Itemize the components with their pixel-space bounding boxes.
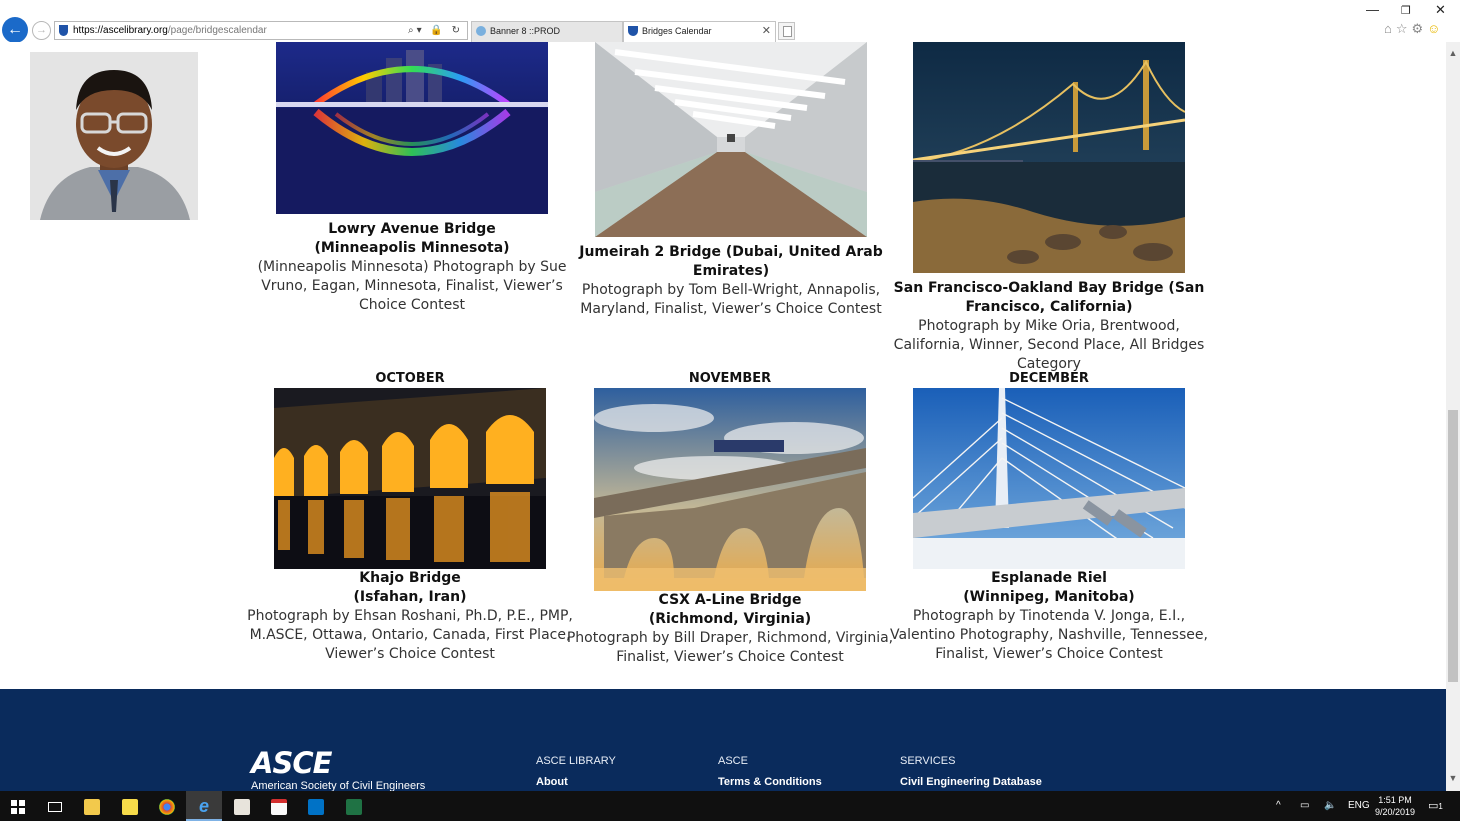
calendar-entry-october: OCTOBER Khajo Bridge (Isfahan, Iran) Pho… [245,370,575,664]
footer-column-asce: ASCE Terms & Conditions [718,755,822,788]
footer-heading: SERVICES [900,755,956,767]
windows-start-icon[interactable] [0,791,36,821]
outlook-icon[interactable] [298,791,334,821]
close-window-button[interactable]: ✕ [1435,2,1446,18]
calendar-entry-jumeirah: Jumeirah 2 Bridge (Dubai, United Arab Em… [566,42,896,319]
tab-bridges-calendar[interactable]: Bridges Calendar ✕ [623,21,776,42]
bridge-title: CSX A-Line Bridge [658,592,802,608]
month-label: NOVEMBER [688,371,772,386]
show-hidden-icons-icon[interactable]: ^ [1276,791,1281,821]
language-indicator[interactable]: ENG [1348,791,1370,821]
footer-link-terms[interactable]: Terms & Conditions [718,776,822,788]
bridge-location: (Winnipeg, Manitoba) [963,589,1135,605]
back-arrow-icon[interactable]: ← [2,17,28,43]
footer-column-asce-library: ASCE LIBRARY About [536,755,616,788]
calendar-entry-december: DECEMBER Esplanade Riel (Winnipeg, Manit… [884,370,1214,664]
task-view-icon[interactable] [37,791,73,821]
volume-icon[interactable]: 🔈 [1324,791,1336,821]
url-path: /page/bridgescalendar [167,25,267,36]
chrome-icon[interactable] [149,791,185,821]
footer-link-ce-database[interactable]: Civil Engineering Database [900,776,1042,788]
vertical-scrollbar[interactable]: ▲ ▼ [1446,42,1460,791]
month-label: OCTOBER [375,371,445,386]
minimize-button[interactable]: — [1366,2,1379,17]
profile-photo [30,52,198,220]
home-icon[interactable]: ⌂ [1384,21,1396,36]
bridge-location: (Isfahan, Iran) [353,589,467,605]
url-domain: https://ascelibrary.org [73,25,168,36]
bridge-title: San Francisco-Oakland Bay Bridge (San Fr… [893,280,1205,315]
footer-heading: ASCE [718,755,748,767]
footer-heading: ASCE LIBRARY [536,755,616,767]
sticky-notes-icon[interactable] [112,791,148,821]
forward-arrow-icon[interactable]: → [32,21,51,40]
photo-credit: Photograph by Tinotenda V. Jonga, E.I., … [890,608,1208,662]
excel-icon[interactable] [336,791,372,821]
photo-credit: Photograph by Ehsan Roshani, Ph.D, P.E.,… [247,608,573,662]
calendar-entry-november: NOVEMBER CSX A-Line Bridge (Richmond, Vi… [565,370,895,667]
calendar-entry-lowry: Lowry Avenue Bridge (Minneapolis Minneso… [247,42,577,315]
internet-explorer-icon[interactable]: e [186,791,222,821]
bridge-title: Esplanade Riel [991,570,1107,586]
ie-page-icon [476,26,486,36]
photo-credit: (Minneapolis Minnesota) Photograph by Su… [257,259,567,313]
toolbar-icons: ⌂☆⚙☺ [1384,21,1444,37]
clock-time: 1:51 PM [1378,795,1412,805]
java-app-icon[interactable] [224,791,260,821]
restore-button[interactable]: ❐ [1401,4,1411,17]
bridge-location: (Richmond, Virginia) [648,611,812,627]
address-bar[interactable]: https://ascelibrary.org/page/bridgescale… [54,21,468,40]
favorites-star-icon[interactable]: ☆ [1396,21,1412,36]
page-content: Lowry Avenue Bridge (Minneapolis Minneso… [0,42,1446,689]
footer-column-services: SERVICES Civil Engineering Database [900,755,1042,788]
notification-count: 1 [1438,802,1443,811]
windows-taskbar: e ^ ▭ 🔈 ENG 1:51 PM 9/20/2019 ▭1 [0,791,1460,821]
clock-date: 9/20/2019 [1374,807,1416,817]
photo-credit: Photograph by Bill Draper, Richmond, Vir… [566,630,894,665]
gear-icon[interactable]: ⚙ [1412,21,1428,36]
network-icon[interactable]: ▭ [1300,791,1309,821]
file-explorer-icon[interactable] [74,791,110,821]
notifications-icon[interactable]: ▭1 [1428,791,1443,821]
bridge-photo [594,388,866,591]
photo-credit: Photograph by Tom Bell-Wright, Annapolis… [580,282,882,317]
tab-banner-prod[interactable]: Banner 8 ::PROD [471,21,623,42]
bridge-photo [913,388,1185,569]
address-bar-icons: ⌕▾ 🔒 ↻ [408,22,463,39]
browser-chrome: ← → https://ascelibrary.org/page/bridges… [0,0,1460,43]
tab-label: Banner 8 ::PROD [490,26,561,36]
search-icon[interactable]: ⌕▾ [408,25,425,36]
scroll-up-arrow-icon[interactable]: ▲ [1446,48,1460,58]
close-tab-icon[interactable]: ✕ [762,22,771,41]
footer-link-about[interactable]: About [536,776,616,788]
bridge-title: Lowry Avenue Bridge [328,221,496,237]
new-tab-button[interactable] [778,22,795,40]
bridge-photo [595,42,867,237]
bridge-photo [276,42,548,214]
system-clock[interactable]: 1:51 PM 9/20/2019 [1370,794,1420,818]
refresh-icon[interactable]: ↻ [452,25,463,36]
acrobat-icon[interactable] [261,791,297,821]
bridge-location: (Minneapolis Minnesota) [314,240,510,256]
photo-credit: Photograph by Mike Oria, Brentwood, Cali… [893,318,1205,372]
site-shield-icon [628,26,638,36]
month-label: DECEMBER [1009,371,1089,386]
asce-logo[interactable]: ASCE [251,746,332,780]
scroll-down-arrow-icon[interactable]: ▼ [1446,773,1460,783]
bridge-photo [913,42,1185,273]
bridge-photo [274,388,546,569]
feedback-smiley-icon[interactable]: ☺ [1427,21,1444,36]
bridge-title: Jumeirah 2 Bridge (Dubai, United Arab Em… [579,244,883,279]
tab-label: Bridges Calendar [642,26,712,36]
calendar-entry-sf-bay: San Francisco-Oakland Bay Bridge (San Fr… [884,42,1214,374]
bridge-title: Khajo Bridge [359,570,461,586]
site-footer: ASCE American Society of Civil Engineers… [0,689,1446,792]
lock-icon[interactable]: 🔒 [430,25,445,36]
scrollbar-thumb[interactable] [1448,410,1458,682]
site-shield-icon [59,25,68,36]
